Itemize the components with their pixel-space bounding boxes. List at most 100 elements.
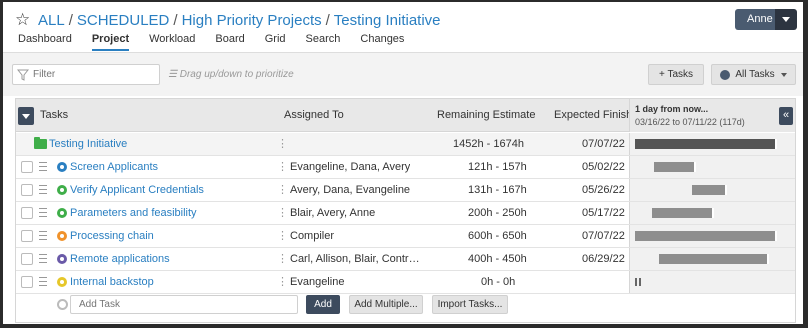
- breadcrumb-scheduled[interactable]: SCHEDULED: [77, 12, 170, 29]
- gantt-bar[interactable]: [654, 162, 696, 172]
- user-menu[interactable]: Anne: [735, 9, 797, 30]
- tab-grid[interactable]: Grid: [265, 33, 286, 51]
- drag-handle-icon[interactable]: [39, 162, 47, 171]
- task-link[interactable]: Parameters and feasibility: [70, 207, 197, 219]
- drag-lines-icon: ☰: [168, 69, 177, 80]
- task-link[interactable]: Screen Applicants: [70, 161, 158, 173]
- status-icon[interactable]: [57, 208, 67, 218]
- table-header: Tasks Assigned To Remaining Estimate Exp…: [16, 99, 795, 132]
- gantt-header: 1 day from now... 03/16/22 to 07/11/22 (…: [629, 99, 795, 132]
- task-link[interactable]: Internal backstop: [70, 276, 154, 288]
- remaining-cell: 131h - 167h: [468, 184, 527, 196]
- status-icon[interactable]: [57, 231, 67, 241]
- more-icon[interactable]: ⋮: [277, 248, 288, 270]
- tab-board[interactable]: Board: [215, 33, 244, 51]
- remaining-cell: 121h - 157h: [468, 161, 527, 173]
- table-row[interactable]: Internal backstop ⋮ Evangeline 0h - 0h: [16, 271, 795, 294]
- task-link[interactable]: Processing chain: [70, 230, 154, 242]
- filter-input[interactable]: [33, 69, 153, 80]
- row-checkbox[interactable]: [21, 253, 33, 265]
- gantt-cell: [629, 202, 795, 224]
- finish-cell: 06/29/22: [582, 253, 625, 265]
- more-icon[interactable]: ⋮: [277, 202, 288, 224]
- gantt-range: 03/16/22 to 07/11/22 (117d): [635, 117, 745, 127]
- header-finish[interactable]: Expected Finish: [554, 99, 632, 132]
- row-checkbox[interactable]: [21, 230, 33, 242]
- gantt-bar[interactable]: [635, 231, 777, 241]
- breadcrumb-high-priority[interactable]: High Priority Projects: [182, 12, 322, 29]
- header-remaining[interactable]: Remaining Estimate: [437, 99, 535, 132]
- more-icon[interactable]: ⋮: [277, 179, 288, 201]
- star-icon[interactable]: ☆: [15, 11, 33, 29]
- pause-icon: [635, 278, 641, 286]
- row-checkbox[interactable]: [21, 276, 33, 288]
- assigned-cell: Blair, Avery, Anne: [290, 207, 376, 219]
- header-tasks[interactable]: Tasks: [40, 99, 68, 132]
- chevron-down-icon[interactable]: [775, 9, 797, 30]
- collapse-all-button[interactable]: [18, 107, 34, 125]
- drag-handle-icon[interactable]: [39, 254, 47, 263]
- breadcrumb-project[interactable]: Testing Initiative: [334, 12, 441, 29]
- tab-project[interactable]: Project: [91, 33, 130, 51]
- collapse-gantt-button[interactable]: «: [779, 107, 793, 125]
- table-row[interactable]: Verify Applicant Credentials ⋮ Avery, Da…: [16, 179, 795, 202]
- row-checkbox[interactable]: [21, 161, 33, 173]
- add-task-row: Add Add Multiple... Import Tasks...: [16, 293, 795, 317]
- drag-handle-icon[interactable]: [39, 231, 47, 240]
- header-assigned[interactable]: Assigned To: [284, 99, 344, 132]
- nav-tabs: Dashboard Project Workload Board Grid Se…: [18, 33, 424, 51]
- gantt-cell: [629, 225, 795, 247]
- user-name-button[interactable]: Anne: [735, 9, 775, 30]
- status-icon[interactable]: [57, 185, 67, 195]
- drag-handle-icon[interactable]: [39, 208, 47, 217]
- circle-icon: [57, 299, 68, 310]
- task-link[interactable]: Verify Applicant Credentials: [70, 184, 204, 196]
- row-checkbox[interactable]: [21, 184, 33, 196]
- add-task-input[interactable]: [70, 295, 298, 314]
- tab-search[interactable]: Search: [306, 33, 341, 51]
- gantt-bar[interactable]: [692, 185, 727, 195]
- filter-box[interactable]: [12, 64, 160, 85]
- remaining-cell: 400h - 450h: [468, 253, 527, 265]
- project-link[interactable]: Testing Initiative: [49, 138, 127, 150]
- table-row[interactable]: Remote applications ⋮ Carl, Allison, Bla…: [16, 248, 795, 271]
- gantt-cell: [629, 248, 795, 270]
- funnel-icon: [17, 69, 29, 81]
- more-icon[interactable]: ⋮: [277, 133, 288, 155]
- breadcrumb: ☆ ALL / SCHEDULED / High Priority Projec…: [15, 9, 441, 31]
- project-finish: 07/07/22: [582, 138, 625, 150]
- tab-changes[interactable]: Changes: [360, 33, 404, 51]
- all-tasks-dropdown[interactable]: All Tasks: [711, 64, 796, 85]
- drag-handle-icon[interactable]: [39, 185, 47, 194]
- drag-handle-icon[interactable]: [39, 277, 47, 286]
- gantt-bar[interactable]: [635, 139, 777, 149]
- table-row[interactable]: Processing chain ⋮ Compiler 600h - 650h …: [16, 225, 795, 248]
- folder-icon: [34, 137, 47, 149]
- project-row[interactable]: Testing Initiative ⋮ 1452h - 1674h 07/07…: [16, 133, 795, 156]
- status-icon[interactable]: [57, 254, 67, 264]
- import-tasks-button[interactable]: Import Tasks...: [432, 295, 508, 314]
- chevron-down-icon: [780, 72, 787, 80]
- more-icon[interactable]: ⋮: [277, 225, 288, 247]
- add-tasks-button[interactable]: + Tasks: [648, 64, 704, 85]
- more-icon[interactable]: ⋮: [277, 156, 288, 178]
- task-link[interactable]: Remote applications: [70, 253, 170, 265]
- prioritize-hint: ☰ Drag up/down to prioritize: [168, 69, 294, 80]
- project-name[interactable]: Testing Initiative: [49, 133, 127, 155]
- assigned-cell: Carl, Allison, Blair, Contract...: [290, 253, 420, 265]
- more-icon[interactable]: ⋮: [277, 271, 288, 293]
- table-row[interactable]: Screen Applicants ⋮ Evangeline, Dana, Av…: [16, 156, 795, 179]
- gantt-bar[interactable]: [659, 254, 769, 264]
- gantt-cell: [629, 133, 795, 155]
- row-checkbox[interactable]: [21, 207, 33, 219]
- status-icon[interactable]: [57, 162, 67, 172]
- gantt-bar[interactable]: [652, 208, 714, 218]
- status-icon[interactable]: [57, 277, 67, 287]
- project-remaining: 1452h - 1674h: [453, 138, 524, 150]
- add-button[interactable]: Add: [306, 295, 340, 314]
- add-multiple-button[interactable]: Add Multiple...: [349, 295, 423, 314]
- tab-workload[interactable]: Workload: [149, 33, 195, 51]
- tab-dashboard[interactable]: Dashboard: [18, 33, 72, 51]
- table-row[interactable]: Parameters and feasibility ⋮ Blair, Aver…: [16, 202, 795, 225]
- breadcrumb-all[interactable]: ALL: [38, 12, 65, 29]
